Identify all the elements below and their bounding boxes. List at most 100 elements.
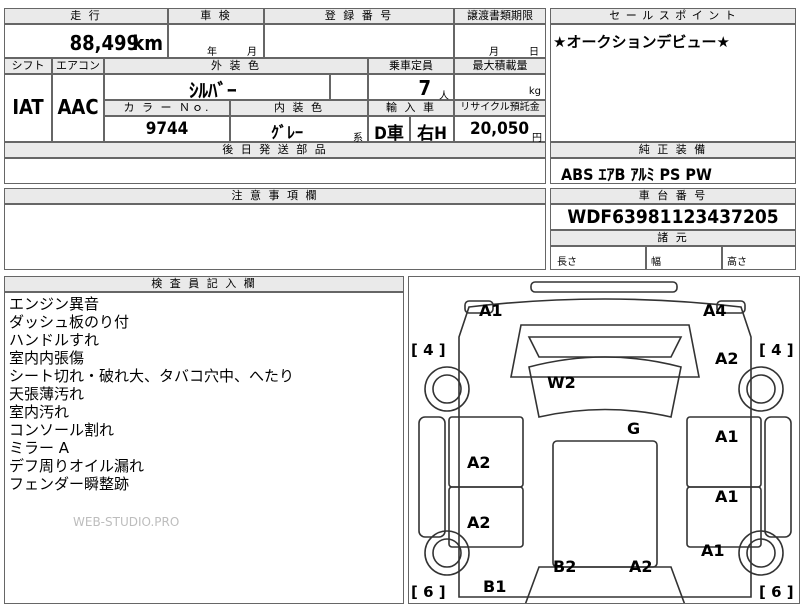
later-parts-label: 後 日 発 送 部 品 (4, 142, 546, 158)
right-sill-shape (764, 416, 792, 538)
car-damage-diagram: A1 A4 A2 W2 G A2 A1 A2 A1 A1 B2 A2 B1 [ … (408, 276, 800, 604)
inspector-note-line: 室内内張傷 (9, 349, 85, 367)
inspector-notes-list: エンジン異音 ダッシュ板のり付 ハンドルすれ 室内内張傷 シート切れ・破れ大、タバコ穴中… (9, 295, 294, 493)
damage-mark-rear-right: A2 (629, 557, 653, 576)
inspector-note-line: 天張薄汚れ (9, 385, 85, 403)
transfer-deadline-label: 譲渡書類期限 (454, 8, 546, 24)
roof-center-shape (552, 440, 658, 568)
registration-cell (264, 24, 454, 58)
exterior-color-extra-cell (330, 74, 368, 100)
inspection-month-suffix: 月 (247, 47, 257, 58)
chassis-number-label: 車 台 番 号 (550, 188, 796, 204)
equipment-text: ABS ｴｱB ｱﾙﾐ PS PW (561, 165, 712, 184)
shift-label: シフト (4, 58, 52, 74)
inspector-note-line: シート切れ・破れ大、タバコ穴中、へたり (9, 367, 295, 385)
inspector-note-line: デフ周りオイル漏れ (9, 457, 145, 475)
tire-rating-rear-left: [ 6 ] (411, 583, 446, 601)
equipment-label: 純 正 装 備 (550, 142, 796, 158)
aircon-label: エアコン (52, 58, 104, 74)
right-front-wheel-shape (738, 366, 784, 412)
mileage-label: 走 行 (4, 8, 168, 24)
hood-shape (510, 324, 700, 378)
inspector-note-line: エンジン異音 (9, 295, 100, 313)
left-front-door-shape (448, 416, 524, 488)
exterior-color-cell: ｼﾙﾊﾞｰ (104, 74, 330, 102)
front-bumper-shape (530, 281, 678, 293)
import-type-cell: D車 (368, 116, 410, 144)
damage-mark-right-fender: A2 (715, 349, 739, 368)
inspector-note-line: フェンダー瞬整跡 (9, 475, 130, 493)
mileage-cell: 88,499 km (4, 24, 168, 58)
tire-rating-front-right: [ 4 ] (759, 341, 794, 359)
height-label: 高さ (727, 257, 747, 268)
capacity-value: 7 (418, 76, 431, 100)
exterior-color-label: 外 装 色 (104, 58, 368, 74)
inspector-note-line: コンソール割れ (9, 421, 115, 439)
max-load-cell: kg (454, 74, 546, 100)
steering-side-value: 右H (417, 124, 447, 144)
shift-value: IAT (12, 95, 44, 119)
watermark-text: WEB-STUDIO.PRO (73, 515, 180, 529)
car-outline-drawing (418, 281, 792, 603)
recycle-deposit-value: 20,050 (469, 119, 529, 139)
inspection-year-suffix: 年 (207, 47, 217, 58)
interior-color-label: 内 装 色 (230, 100, 368, 116)
width-label: 幅 (651, 257, 661, 268)
mileage-unit: km (132, 31, 163, 55)
recycle-deposit-label: リサイクル預託金 (454, 100, 546, 116)
transfer-cell: 月 日 (454, 24, 546, 58)
chassis-number-cell: WDF63981123437205 (550, 204, 796, 230)
mileage-value: 88,499 (69, 31, 139, 55)
damage-mark-roof: G (627, 419, 641, 438)
steering-side-cell: 右H (410, 116, 454, 144)
dimensions-label: 諸 元 (550, 230, 796, 246)
damage-mark-windshield: W2 (547, 373, 576, 392)
sales-point-text: ★オークションデビュー★ (553, 33, 730, 51)
exterior-color-value: ｼﾙﾊﾞｰ (189, 80, 237, 102)
import-label: 輸 入 車 (368, 100, 454, 116)
inspector-note-line: 室内汚れ (9, 403, 70, 421)
equipment-cell: ABS ｴｱB ｱﾙﾐ PS PW (550, 158, 796, 184)
interior-color-value: ｸﾞﾚｰ (271, 123, 304, 142)
height-cell: 高さ (722, 246, 796, 270)
inspector-notes-label: 検 査 員 記 入 欄 (4, 276, 404, 292)
max-load-label: 最大積載量 (454, 58, 546, 74)
inspector-note-line: ミラー A (9, 439, 70, 457)
transfer-month-suffix: 月 (489, 47, 499, 58)
width-cell: 幅 (646, 246, 722, 270)
inspector-note-line: ダッシュ板のり付 (9, 313, 130, 331)
left-sill-shape (418, 416, 446, 538)
aircon-cell: AAC (52, 74, 104, 142)
damage-mark-left-rear-door: A2 (467, 513, 491, 532)
inspection-label: 車 検 (168, 8, 264, 24)
color-number-value: 9744 (145, 119, 189, 139)
tire-rating-rear-right: [ 6 ] (759, 583, 794, 601)
tire-rating-front-left: [ 4 ] (411, 341, 446, 359)
max-load-unit: kg (528, 86, 541, 97)
interior-color-cell: ｸﾞﾚｰ 系 (230, 116, 368, 144)
inspector-note-line: ハンドルすれ (9, 331, 100, 349)
registration-label: 登 録 番 号 (264, 8, 454, 24)
length-label: 長さ (557, 257, 577, 268)
transfer-day-suffix: 日 (529, 47, 539, 58)
damage-mark-rear-left: B1 (483, 577, 507, 596)
left-front-wheel-shape (424, 366, 470, 412)
import-type-value: D車 (374, 124, 404, 144)
sales-point-cell: ★オークションデビュー★ (550, 24, 796, 142)
inspection-cell: 年 月 (168, 24, 264, 58)
damage-mark-right-rear-fender: A1 (701, 541, 725, 560)
later-parts-cell (4, 158, 546, 184)
damage-mark-right-rear-door: A1 (715, 487, 739, 506)
color-number-cell: 9744 (104, 116, 230, 142)
damage-mark-right-front-door: A1 (715, 427, 739, 446)
notes-cell (4, 204, 546, 270)
damage-mark-left-front-door: A2 (467, 453, 491, 472)
chassis-number-value: WDF63981123437205 (567, 206, 779, 228)
inspector-notes-cell: エンジン異音 ダッシュ板のり付 ハンドルすれ 室内内張傷 シート切れ・破れ大、タバコ穴中… (4, 292, 404, 604)
length-cell: 長さ (550, 246, 646, 270)
color-number-label: カ ラ ー Ｎｏ. (104, 100, 230, 116)
notes-label: 注 意 事 項 欄 (4, 188, 546, 204)
windshield-shape (527, 336, 683, 358)
shift-cell: IAT (4, 74, 52, 142)
recycle-deposit-cell: 20,050 円 (454, 116, 546, 144)
